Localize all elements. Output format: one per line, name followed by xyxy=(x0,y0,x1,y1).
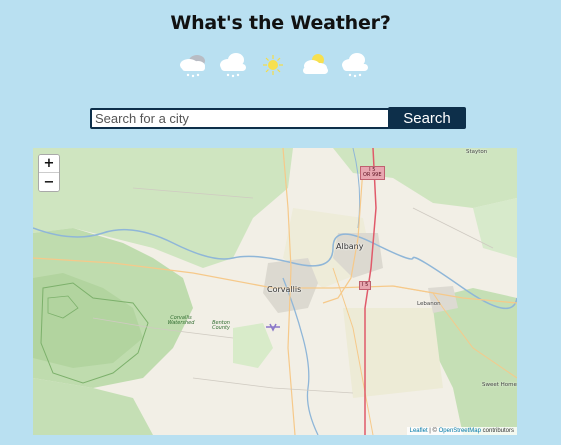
zoom-out-button[interactable]: − xyxy=(39,173,59,191)
zoom-control: + − xyxy=(38,154,60,192)
search-button[interactable]: Search xyxy=(388,107,466,129)
partly-cloudy-icon xyxy=(303,54,328,74)
city-sweet-home: Sweet Home xyxy=(482,382,517,388)
forecast-icons xyxy=(176,50,372,80)
park-corvallis-watershed: Corvallis Watershed xyxy=(167,315,195,326)
leaflet-link[interactable]: Leaflet xyxy=(410,428,428,434)
search-input[interactable] xyxy=(90,108,390,129)
zoom-in-button[interactable]: + xyxy=(39,155,59,173)
snow-cloud-icon xyxy=(342,53,368,78)
i5-shield-mid: I 5 xyxy=(359,281,372,290)
map-attribution: Leaflet | © OpenStreetMap contributors xyxy=(406,427,517,435)
snow-cloud-icon xyxy=(220,53,246,78)
park-benton-county: Benton County xyxy=(212,320,230,331)
city-corvallis: Corvallis xyxy=(267,285,302,294)
sun-icon xyxy=(263,55,283,75)
map[interactable]: + − I 5 OR 99E I 5 Albany Corvallis Leba… xyxy=(33,148,517,435)
attribution-suffix: contributors xyxy=(480,428,514,434)
city-lebanon: Lebanon xyxy=(417,301,441,307)
or99e-label: OR 99E xyxy=(363,172,382,178)
city-albany: Albany xyxy=(336,242,364,251)
i5-shield: I 5 OR 99E xyxy=(360,166,385,180)
osm-link[interactable]: OpenStreetMap xyxy=(439,428,481,434)
snow-cloud-icon xyxy=(180,55,205,78)
city-stayton: Stayton xyxy=(466,149,488,155)
attribution-separator: | © xyxy=(427,428,439,434)
page-title: What's the Weather? xyxy=(170,12,391,34)
